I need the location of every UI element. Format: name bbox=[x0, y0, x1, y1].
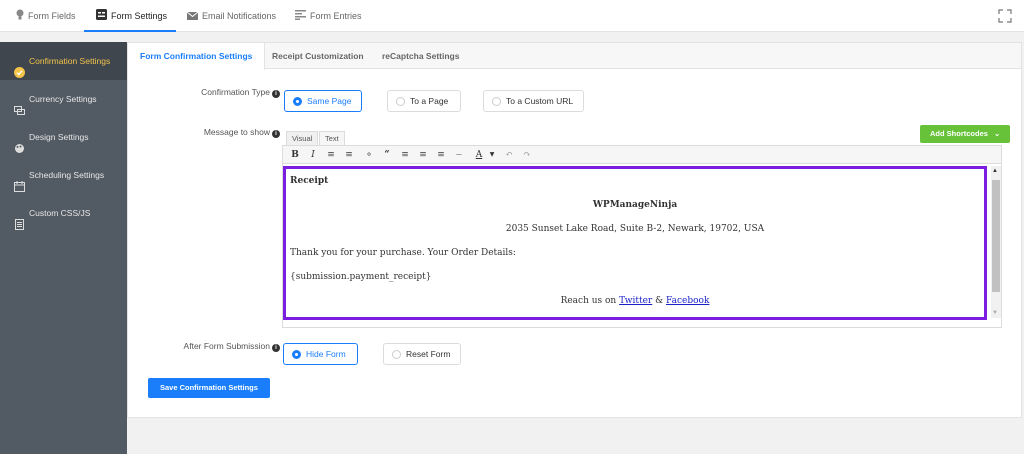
chevron-down-icon: ⌄ bbox=[994, 129, 1001, 138]
thank-you-text: Thank you for your purchase. Your Order … bbox=[290, 248, 516, 258]
sidebar-item-label: Scheduling Settings bbox=[29, 170, 105, 180]
after-submission-label: After Form Submission i bbox=[184, 341, 280, 352]
scroll-thumb[interactable] bbox=[992, 180, 1000, 292]
text-color-icon[interactable]: A bbox=[473, 149, 485, 161]
radio-dot bbox=[396, 97, 405, 106]
receipt-heading: Receipt bbox=[290, 176, 329, 186]
sidebar-item-scheduling-settings[interactable]: Scheduling Settings bbox=[0, 156, 127, 194]
numbered-list-icon[interactable]: ≡ bbox=[343, 149, 355, 161]
list-icon bbox=[295, 1, 306, 33]
settings-sidebar: Confirmation Settings Currency Settings … bbox=[0, 42, 127, 454]
company-name: WPManageNinja bbox=[592, 200, 678, 210]
tab-label: Form Entries bbox=[310, 11, 362, 21]
receipt-shortcode: {submission.payment_receipt} bbox=[290, 272, 432, 282]
tab-form-settings[interactable]: Form Settings bbox=[96, 0, 167, 32]
align-center-icon[interactable]: ≡ bbox=[417, 149, 429, 161]
radio-dot bbox=[292, 350, 301, 359]
editor-content-area[interactable]: Receipt WPManageNinja 2035 Sunset Lake R… bbox=[283, 166, 987, 320]
tab-form-fields[interactable]: Form Fields bbox=[16, 0, 76, 32]
sidebar-item-label: Confirmation Settings bbox=[29, 56, 111, 66]
fullscreen-icon[interactable] bbox=[998, 9, 1012, 23]
info-icon[interactable]: i bbox=[272, 344, 280, 352]
add-shortcodes-button[interactable]: Add Shortcodes ⌄ bbox=[920, 125, 1011, 143]
file-code-icon bbox=[14, 208, 25, 231]
info-icon[interactable]: i bbox=[272, 90, 280, 98]
radio-dot bbox=[293, 97, 302, 106]
sidebar-item-label: Design Settings bbox=[29, 132, 89, 142]
scroll-down-icon[interactable]: ▼ bbox=[992, 310, 998, 316]
bold-icon[interactable]: B bbox=[289, 149, 301, 161]
radio-to-a-custom-url[interactable]: To a Custom URL bbox=[483, 90, 584, 112]
radio-same-page[interactable]: Same Page bbox=[284, 90, 362, 112]
reach-us-text: Reach us on Twitter & Facebook bbox=[560, 296, 710, 306]
save-confirmation-settings-button[interactable]: Save Confirmation Settings bbox=[148, 378, 270, 398]
caret-down-icon[interactable]: ▼ bbox=[486, 149, 498, 161]
sub-tabs: Form Confirmation Settings Receipt Custo… bbox=[128, 43, 1021, 70]
strikethrough-icon[interactable]: — bbox=[453, 149, 465, 161]
lightbulb-icon bbox=[16, 1, 24, 33]
tab-form-entries[interactable]: Form Entries bbox=[295, 0, 362, 32]
confirmation-type-label: Confirmation Type i bbox=[201, 87, 280, 98]
facebook-link[interactable]: Facebook bbox=[666, 296, 709, 306]
sidebar-item-design-settings[interactable]: Design Settings bbox=[0, 118, 127, 156]
company-address: 2035 Sunset Lake Road, Suite B-2, Newark… bbox=[505, 224, 765, 234]
subtab-form-confirmation-settings[interactable]: Form Confirmation Settings bbox=[128, 43, 266, 70]
message-editor: B I ≡ ≡ ⚬ “ ≡ ≡ ≡ — A ▼ ↶ ↷ Receipt WPMa… bbox=[282, 145, 1002, 328]
link-icon[interactable]: ⚬ bbox=[363, 149, 375, 161]
tab-label: Form Fields bbox=[28, 11, 76, 21]
currency-icon bbox=[14, 94, 25, 116]
editor-tab-text[interactable]: Text bbox=[319, 131, 345, 145]
editor-tab-visual[interactable]: Visual bbox=[286, 131, 319, 145]
radio-reset-form[interactable]: Reset Form bbox=[383, 343, 461, 365]
editor-scrollbar[interactable]: ▲ ▼ bbox=[991, 166, 1001, 318]
tab-label: Email Notifications bbox=[202, 11, 277, 21]
undo-icon[interactable]: ↶ bbox=[503, 149, 515, 161]
check-circle-icon bbox=[14, 56, 25, 79]
align-right-icon[interactable]: ≡ bbox=[435, 149, 447, 161]
info-icon[interactable]: i bbox=[272, 130, 280, 138]
after-submission-label-wrap: After Form Submission i bbox=[128, 341, 280, 353]
radio-hide-form[interactable]: Hide Form bbox=[283, 343, 358, 365]
settings-panel: Form Confirmation Settings Receipt Custo… bbox=[127, 42, 1022, 418]
align-left-icon[interactable]: ≡ bbox=[399, 149, 411, 161]
italic-icon[interactable]: I bbox=[307, 149, 319, 161]
subtab-receipt-customization[interactable]: Receipt Customization bbox=[260, 43, 376, 69]
blockquote-icon[interactable]: “ bbox=[381, 149, 393, 161]
confirmation-type-label-wrap: Confirmation Type i bbox=[128, 87, 280, 99]
radio-to-a-page[interactable]: To a Page bbox=[387, 90, 461, 112]
message-label: Message to show i bbox=[204, 127, 280, 138]
sidebar-item-label: Custom CSS/JS bbox=[29, 208, 91, 218]
sidebar-item-confirmation-settings[interactable]: Confirmation Settings bbox=[0, 42, 127, 80]
active-tab-indicator bbox=[84, 30, 176, 32]
sidebar-item-label: Currency Settings bbox=[29, 94, 97, 104]
radio-dot bbox=[492, 97, 501, 106]
settings-box-icon bbox=[96, 1, 107, 33]
twitter-link[interactable]: Twitter bbox=[619, 296, 652, 306]
top-nav: Form Fields Form Settings Email Notifica… bbox=[0, 0, 1024, 32]
redo-icon[interactable]: ↷ bbox=[521, 149, 533, 161]
calendar-icon bbox=[14, 170, 25, 193]
subtab-recaptcha-settings[interactable]: reCaptcha Settings bbox=[370, 43, 471, 69]
sidebar-item-currency-settings[interactable]: Currency Settings bbox=[0, 80, 127, 118]
envelope-icon bbox=[186, 1, 199, 33]
scroll-up-icon[interactable]: ▲ bbox=[992, 168, 998, 174]
palette-icon bbox=[14, 132, 25, 154]
bulleted-list-icon[interactable]: ≡ bbox=[325, 149, 337, 161]
editor-toolbar: B I ≡ ≡ ⚬ “ ≡ ≡ ≡ — A ▼ ↶ ↷ bbox=[283, 146, 1001, 164]
radio-dot bbox=[392, 350, 401, 359]
message-label-wrap: Message to show i bbox=[128, 127, 280, 139]
tab-label: Form Settings bbox=[111, 11, 168, 21]
sidebar-item-custom-css-js[interactable]: Custom CSS/JS bbox=[0, 194, 127, 232]
tab-email-notifications[interactable]: Email Notifications bbox=[186, 0, 277, 33]
